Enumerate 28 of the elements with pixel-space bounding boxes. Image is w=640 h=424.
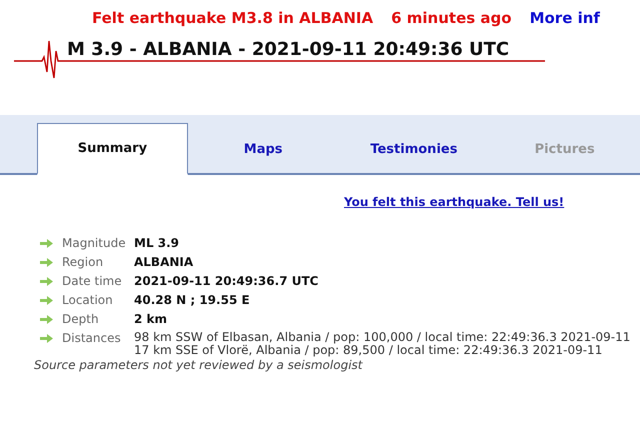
more-info-link[interactable]: More inf	[530, 9, 600, 27]
field-label: Region	[62, 255, 104, 269]
field-label: Distances	[62, 331, 122, 345]
arrow-icon	[40, 315, 53, 324]
felt-alert-text: Felt earthquake M3.8 in ALBANIA	[92, 9, 374, 27]
field-value: 40.28 N ; 19.55 E	[134, 293, 250, 308]
tab[interactable]: Maps	[188, 123, 339, 175]
field-label: Depth	[62, 312, 100, 326]
field-label: Date time	[62, 274, 123, 288]
field-label: Magnitude	[62, 236, 127, 250]
arrow-icon	[40, 296, 53, 305]
arrow-icon	[40, 334, 53, 343]
field-value: 17 km SSE of Vlorë, Albania / pop: 89,500 / local time: 22:49:36.3 2021-09-11	[134, 344, 604, 357]
review-note: Source parameters not yet reviewed by a seismologist	[34, 358, 364, 372]
field-value: 2021-09-11 20:49:36.7 UTC	[134, 274, 318, 289]
tab[interactable]: Summary	[37, 123, 188, 175]
tell-us-link[interactable]: You felt this earthquake. Tell us!	[344, 195, 564, 209]
field-label: Location	[62, 293, 114, 307]
field-value: 98 km SSW of Elbasan, Albania / pop: 100,000 / local time: 22:49:36.3 2021-09-11	[134, 331, 630, 344]
arrow-icon	[40, 239, 53, 248]
arrow-icon	[40, 258, 53, 267]
tab[interactable]: Testimonies	[338, 123, 490, 175]
event-title: M 3.9 - ALBANIA - 2021-09-11 20:49:36 UTC	[67, 39, 510, 61]
time-ago-text: 6 minutes ago	[391, 9, 512, 27]
field-value: ML 3.9	[134, 236, 180, 251]
arrow-icon	[40, 277, 53, 286]
field-value: ALBANIA	[134, 255, 194, 270]
field-value: 2 km	[134, 312, 168, 327]
